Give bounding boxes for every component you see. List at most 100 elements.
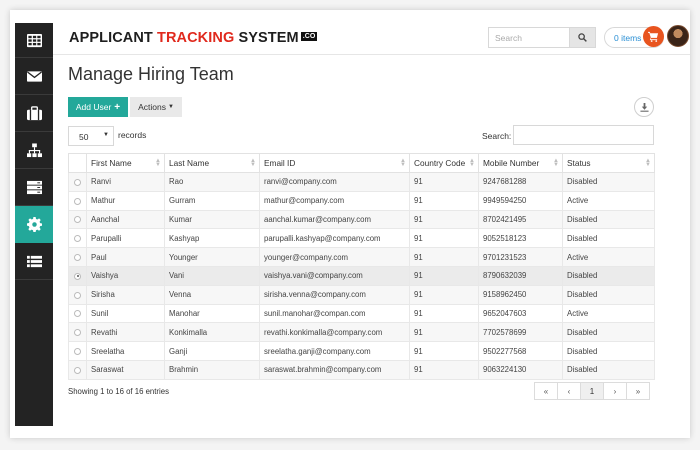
page-length-value: 50 xyxy=(79,132,89,142)
table-row[interactable]: Paul Younger younger@company.com 91 97012315… xyxy=(68,247,655,267)
email-cell: aanchal.kumar@company.com xyxy=(259,209,410,230)
row-radio[interactable] xyxy=(74,366,81,374)
sidebar-item-jobs[interactable] xyxy=(15,95,53,132)
download-button[interactable] xyxy=(634,97,654,117)
column-email[interactable]: Email ID ▲ ▼ xyxy=(259,153,410,173)
status-cell: Disabled xyxy=(562,322,655,343)
grid-icon xyxy=(26,33,42,47)
email-cell: vaishya.vani@company.com xyxy=(259,265,410,286)
page-length-select[interactable]: 50 ▼ xyxy=(68,126,114,146)
mobile-number-cell: 9052518123 xyxy=(478,228,563,249)
status-cell: Active xyxy=(562,247,655,267)
table-row[interactable]: Ranvi Rao ranvi@company.com 91 9247681288 Dis… xyxy=(68,172,655,192)
sidebar-item-servers[interactable] xyxy=(15,169,53,206)
first-name-cell: Ranvi xyxy=(86,172,165,192)
mobile-number-cell: 8790632039 xyxy=(478,265,563,286)
actions-dropdown-button[interactable]: Actions ▼ xyxy=(130,97,182,117)
mobile-number-cell: 9652047603 xyxy=(478,303,563,324)
table-search-input[interactable] xyxy=(513,125,654,145)
sidebar-item-settings[interactable] xyxy=(15,206,53,243)
table-row[interactable]: Sirisha Venna sirisha.venna@company.com 91 9… xyxy=(68,284,655,305)
last-name-cell: Younger xyxy=(164,247,260,267)
row-select-cell xyxy=(68,172,87,192)
status-cell: Disabled xyxy=(562,341,655,361)
table-row[interactable]: Saraswat Brahmin saraswat.brahmin@company.… xyxy=(68,359,655,380)
table-row[interactable]: Sunil Manohar sunil.manohar@compan.com 91 96… xyxy=(68,303,655,324)
header-search-button[interactable] xyxy=(569,27,596,48)
cart-button[interactable] xyxy=(643,26,664,47)
column-label: Mobile Number xyxy=(483,158,540,168)
row-radio[interactable] xyxy=(74,310,81,318)
user-avatar[interactable] xyxy=(667,25,689,47)
row-select-cell xyxy=(68,209,87,230)
gear-icon xyxy=(26,216,42,232)
status-cell: Disabled xyxy=(562,228,655,249)
column-last-name[interactable]: Last Name ▲ ▼ xyxy=(164,153,260,173)
last-name-cell: Kumar xyxy=(164,209,260,230)
row-radio[interactable] xyxy=(74,235,81,243)
row-radio[interactable] xyxy=(74,291,81,299)
column-country-code[interactable]: Country Code ▲ ▼ xyxy=(409,153,479,173)
first-name-cell: Parupalli xyxy=(86,228,165,249)
column-first-name[interactable]: First Name ▲ ▼ xyxy=(86,153,165,173)
row-select-cell xyxy=(68,341,87,361)
country-code-cell: 91 xyxy=(409,359,479,380)
row-radio[interactable] xyxy=(74,329,81,337)
row-radio[interactable] xyxy=(74,216,81,224)
sidebar-item-dashboard[interactable] xyxy=(15,23,53,58)
status-cell: Active xyxy=(562,303,655,324)
table-row[interactable]: Parupalli Kashyap parupalli.kashyap@compan… xyxy=(68,228,655,249)
first-name-cell: Sreelatha xyxy=(86,341,165,361)
first-name-cell: Aanchal xyxy=(86,209,165,230)
sidebar-item-list[interactable] xyxy=(15,243,53,280)
row-select-cell xyxy=(68,284,87,305)
country-code-cell: 91 xyxy=(409,172,479,192)
last-name-cell: Gurram xyxy=(164,190,260,211)
sort-icon: ▲ ▼ xyxy=(645,158,651,168)
row-radio[interactable] xyxy=(74,272,81,280)
logo-suffix: .CO xyxy=(300,32,318,41)
row-radio[interactable] xyxy=(74,178,81,186)
app-logo[interactable]: APPLICANT TRACKING SYSTEM .CO xyxy=(69,30,318,46)
search-icon xyxy=(578,33,587,42)
last-name-cell: Ganji xyxy=(164,341,260,361)
add-user-button[interactable]: Add User + xyxy=(68,97,128,117)
row-radio[interactable] xyxy=(74,197,81,205)
email-cell: sunil.manohar@compan.com xyxy=(259,303,410,324)
pagination-last[interactable]: » xyxy=(626,382,650,400)
column-label: Email ID xyxy=(264,158,296,168)
actions-label: Actions xyxy=(138,102,166,112)
column-mobile-number[interactable]: Mobile Number ▲ ▼ xyxy=(478,153,563,173)
table-row[interactable]: Aanchal Kumar aanchal.kumar@company.com 91 8… xyxy=(68,209,655,230)
column-status[interactable]: Status ▲ ▼ xyxy=(562,153,655,173)
server-icon xyxy=(26,180,42,194)
table-header-row: First Name ▲ ▼ Last Name ▲ ▼ Email ID ▲ ▼ Coun… xyxy=(68,153,655,173)
pagination-first[interactable]: « xyxy=(534,382,558,400)
logo-text-system: SYSTEM xyxy=(234,30,299,46)
pagination-previous[interactable]: ‹ xyxy=(557,382,581,400)
first-name-cell: Sirisha xyxy=(86,284,165,305)
mobile-number-cell: 9063224130 xyxy=(478,359,563,380)
pagination-page-1[interactable]: 1 xyxy=(580,382,604,400)
country-code-cell: 91 xyxy=(409,228,479,249)
country-code-cell: 91 xyxy=(409,284,479,305)
last-name-cell: Vani xyxy=(164,265,260,286)
email-cell: sreelatha.ganji@company.com xyxy=(259,341,410,361)
table-row[interactable]: Revathi Konkimalla revathi.konkimalla@comp… xyxy=(68,322,655,343)
row-select-cell xyxy=(68,190,87,211)
row-radio[interactable] xyxy=(74,254,81,262)
table-row[interactable]: Sreelatha Ganji sreelatha.ganji@company.co… xyxy=(68,341,655,361)
sidebar-item-messages[interactable] xyxy=(15,58,53,95)
table-row[interactable]: Vaishya Vani vaishya.vani@company.com 91 879… xyxy=(68,265,655,286)
sidebar-item-organization[interactable] xyxy=(15,132,53,169)
country-code-cell: 91 xyxy=(409,322,479,343)
row-select-cell xyxy=(68,322,87,343)
status-cell: Disabled xyxy=(562,209,655,230)
header-search-input[interactable]: Search xyxy=(488,27,569,48)
mobile-number-cell: 9247681288 xyxy=(478,172,563,192)
table-row[interactable]: Mathur Gurram mathur@company.com 91 99495942… xyxy=(68,190,655,211)
status-cell: Active xyxy=(562,190,655,211)
country-code-cell: 91 xyxy=(409,303,479,324)
row-radio[interactable] xyxy=(74,348,81,355)
pagination-next[interactable]: › xyxy=(603,382,627,400)
